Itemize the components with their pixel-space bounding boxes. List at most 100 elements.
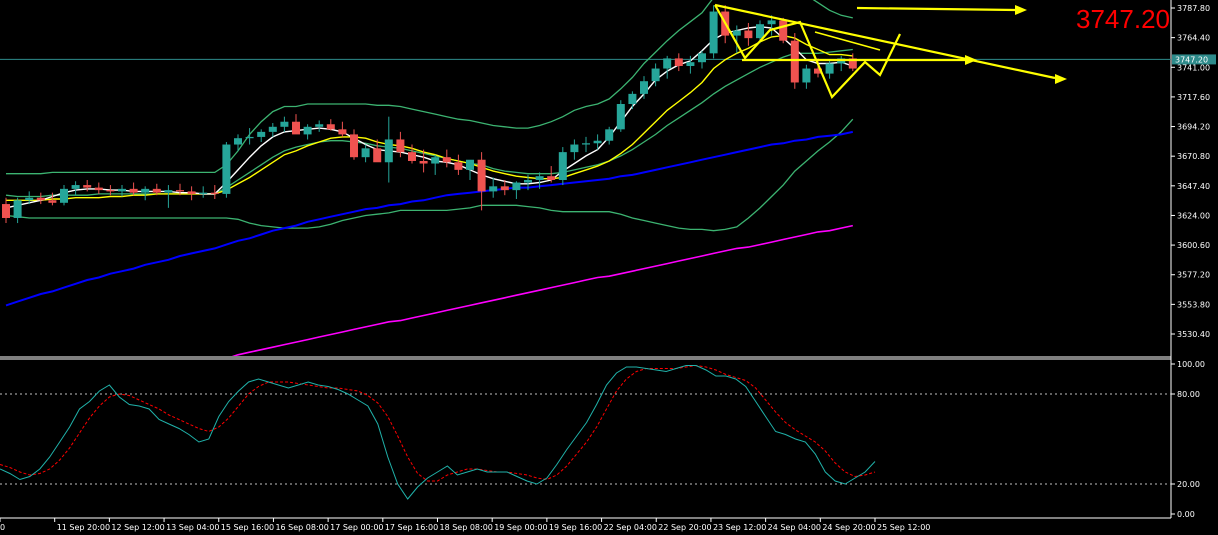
candle-body xyxy=(524,179,532,183)
stochastic-oscillator: 100.00 80.00 20.00 0.00 xyxy=(0,360,1205,519)
candle-body xyxy=(408,152,416,161)
candle-body xyxy=(709,11,718,54)
price-tick-label: 3577.20 xyxy=(1177,271,1210,280)
candle-body xyxy=(94,187,103,191)
stoch-tick-label: 80.00 xyxy=(1177,390,1200,399)
price-tick-label: 3787.80 xyxy=(1177,4,1210,13)
candle-body xyxy=(825,63,834,74)
candle-body xyxy=(651,68,660,82)
candle-body xyxy=(384,139,393,163)
candle-body xyxy=(361,148,370,158)
candle-body xyxy=(616,104,625,130)
candle-body xyxy=(338,129,347,135)
price-tick-label: 3530.40 xyxy=(1177,330,1210,339)
time-tick-label: 18 Sep 08:00 xyxy=(440,523,493,532)
candle-body xyxy=(2,204,10,218)
candle-body xyxy=(419,160,428,164)
candle-body xyxy=(257,131,266,137)
candle-body xyxy=(280,121,289,127)
candle-body xyxy=(303,126,312,135)
candle-body xyxy=(396,139,405,153)
candle-body xyxy=(674,58,683,67)
stoch-signal-line xyxy=(0,364,876,482)
candle-body xyxy=(547,176,556,180)
candle-body xyxy=(222,144,231,194)
candle-body xyxy=(292,121,300,135)
time-tick-label: 16 Sep 08:00 xyxy=(275,523,328,532)
time-tick-label: 12 Sep 12:00 xyxy=(111,523,164,532)
candle-body xyxy=(106,190,115,192)
candle-body xyxy=(593,140,602,144)
price-tick-label: 3647.40 xyxy=(1177,182,1210,191)
ma-white-line xyxy=(5,25,854,209)
price-axis: 3787.80 3764.40 3741.00 3717.60 3694.20 3670.… xyxy=(1171,4,1216,339)
candle-body xyxy=(36,197,45,201)
bollinger-lower-line xyxy=(5,118,854,232)
time-tick-label: 17 Sep 16:00 xyxy=(385,523,438,532)
price-tag-label: 3747.20 xyxy=(1175,55,1208,64)
ma-yellow-line xyxy=(6,34,853,202)
price-tick-label: 3741.00 xyxy=(1177,63,1210,72)
time-tick-label: 19 Sep 16:00 xyxy=(549,523,602,532)
candle-body xyxy=(477,159,486,192)
candle-body xyxy=(350,134,358,158)
candle-body xyxy=(698,53,706,63)
candle-body xyxy=(442,157,451,163)
time-tick-label: 15 Sep 16:00 xyxy=(221,523,274,532)
candle-body xyxy=(582,143,590,145)
candle-body xyxy=(129,188,138,193)
time-tick-label: 11 Sep 20:00 xyxy=(57,523,110,532)
candle-body xyxy=(686,62,695,67)
candle-body xyxy=(628,93,637,105)
candle-body xyxy=(48,200,57,203)
time-tick-label: 24 Sep 20:00 xyxy=(822,523,875,532)
price-tick-label: 3624.00 xyxy=(1177,211,1210,220)
candle-body xyxy=(431,157,440,164)
candle-body xyxy=(118,188,126,192)
candle-body xyxy=(71,185,80,189)
candle-body xyxy=(268,126,277,132)
annotation-top-arrow-line xyxy=(856,6,1016,12)
trading-chart[interactable]: 100.00 80.00 20.00 0.00 3787.80 3764.40 3741.… xyxy=(0,0,1218,535)
stoch-tick-label: 100.00 xyxy=(1177,360,1205,369)
candle-body xyxy=(732,30,741,36)
candle-body xyxy=(373,148,382,163)
candle-body xyxy=(466,159,474,170)
candle-body xyxy=(663,58,672,69)
time-tick-label: 0 xyxy=(0,523,5,532)
price-tick-label: 3600.60 xyxy=(1177,241,1210,250)
candle-body xyxy=(779,20,788,41)
annotation-arrowhead xyxy=(1015,5,1027,15)
candle-body xyxy=(164,190,173,193)
price-tick-label: 3670.80 xyxy=(1177,152,1210,161)
candle-body xyxy=(152,188,161,193)
ma-magenta-line xyxy=(231,224,853,356)
candle-body xyxy=(141,188,150,193)
stoch-main-line xyxy=(0,365,876,500)
stoch-tick-label: 20.00 xyxy=(1177,480,1200,489)
candlesticks xyxy=(2,5,857,224)
candle-body xyxy=(315,124,324,127)
candle-body xyxy=(535,176,544,180)
time-tick-label: 19 Sep 00:00 xyxy=(494,523,547,532)
candle-body xyxy=(210,192,219,194)
candle-body xyxy=(245,136,254,139)
stoch-tick-label: 0.00 xyxy=(1177,510,1195,519)
annotation-arrowhead xyxy=(965,55,977,65)
annotation-arrowhead xyxy=(1055,74,1067,84)
candle-body xyxy=(60,188,68,203)
time-tick-label: 22 Sep 20:00 xyxy=(658,523,711,532)
candle-body xyxy=(176,190,184,192)
time-tick-label: 22 Sep 04:00 xyxy=(604,523,657,532)
bollinger-middle-line xyxy=(5,48,853,198)
candle-body xyxy=(802,68,811,83)
price-tick-label: 3553.80 xyxy=(1177,300,1210,309)
candle-body xyxy=(512,182,521,191)
candle-body xyxy=(756,24,764,39)
time-tick-label: 17 Sep 00:00 xyxy=(330,523,383,532)
candle-body xyxy=(500,186,509,191)
time-axis: 0 11 Sep 20:00 12 Sep 12:00 13 Sep 04:00 15 … xyxy=(0,518,930,532)
candle-body xyxy=(199,192,208,194)
candle-body xyxy=(605,129,614,141)
candle-body xyxy=(558,152,567,180)
